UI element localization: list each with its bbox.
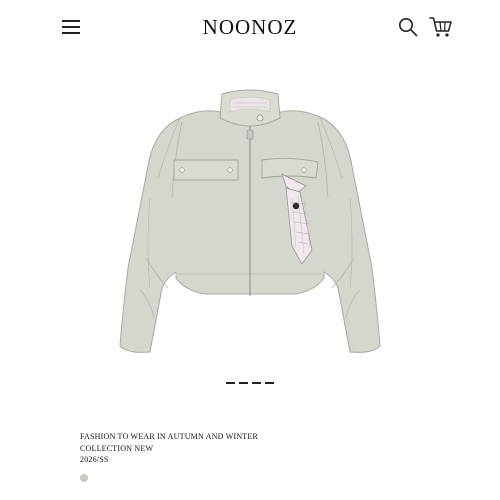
top-header: NOONOZ: [0, 0, 500, 56]
carousel-dot-2[interactable]: [239, 382, 248, 384]
caption-line-2: COLLECTION NEW: [80, 443, 154, 453]
color-swatch[interactable]: [80, 474, 88, 482]
cart-icon[interactable]: [429, 16, 453, 38]
product-caption: FASHION TO WEAR IN AUTUMN AND WINTER COL…: [80, 431, 258, 466]
brand-logo[interactable]: NOONOZ: [0, 15, 500, 40]
product-image[interactable]: [110, 78, 390, 368]
carousel-indicator: [226, 382, 274, 386]
caption-line-3: 2026/SS: [80, 455, 109, 464]
search-icon[interactable]: [398, 17, 418, 37]
caption-line-1: FASHION TO WEAR IN AUTUMN AND WINTER: [80, 432, 259, 441]
jacket-illustration: [119, 89, 381, 353]
carousel-dot-4[interactable]: [265, 382, 274, 384]
carousel-dot-1[interactable]: [226, 382, 235, 384]
carousel-dot-3[interactable]: [252, 382, 261, 384]
